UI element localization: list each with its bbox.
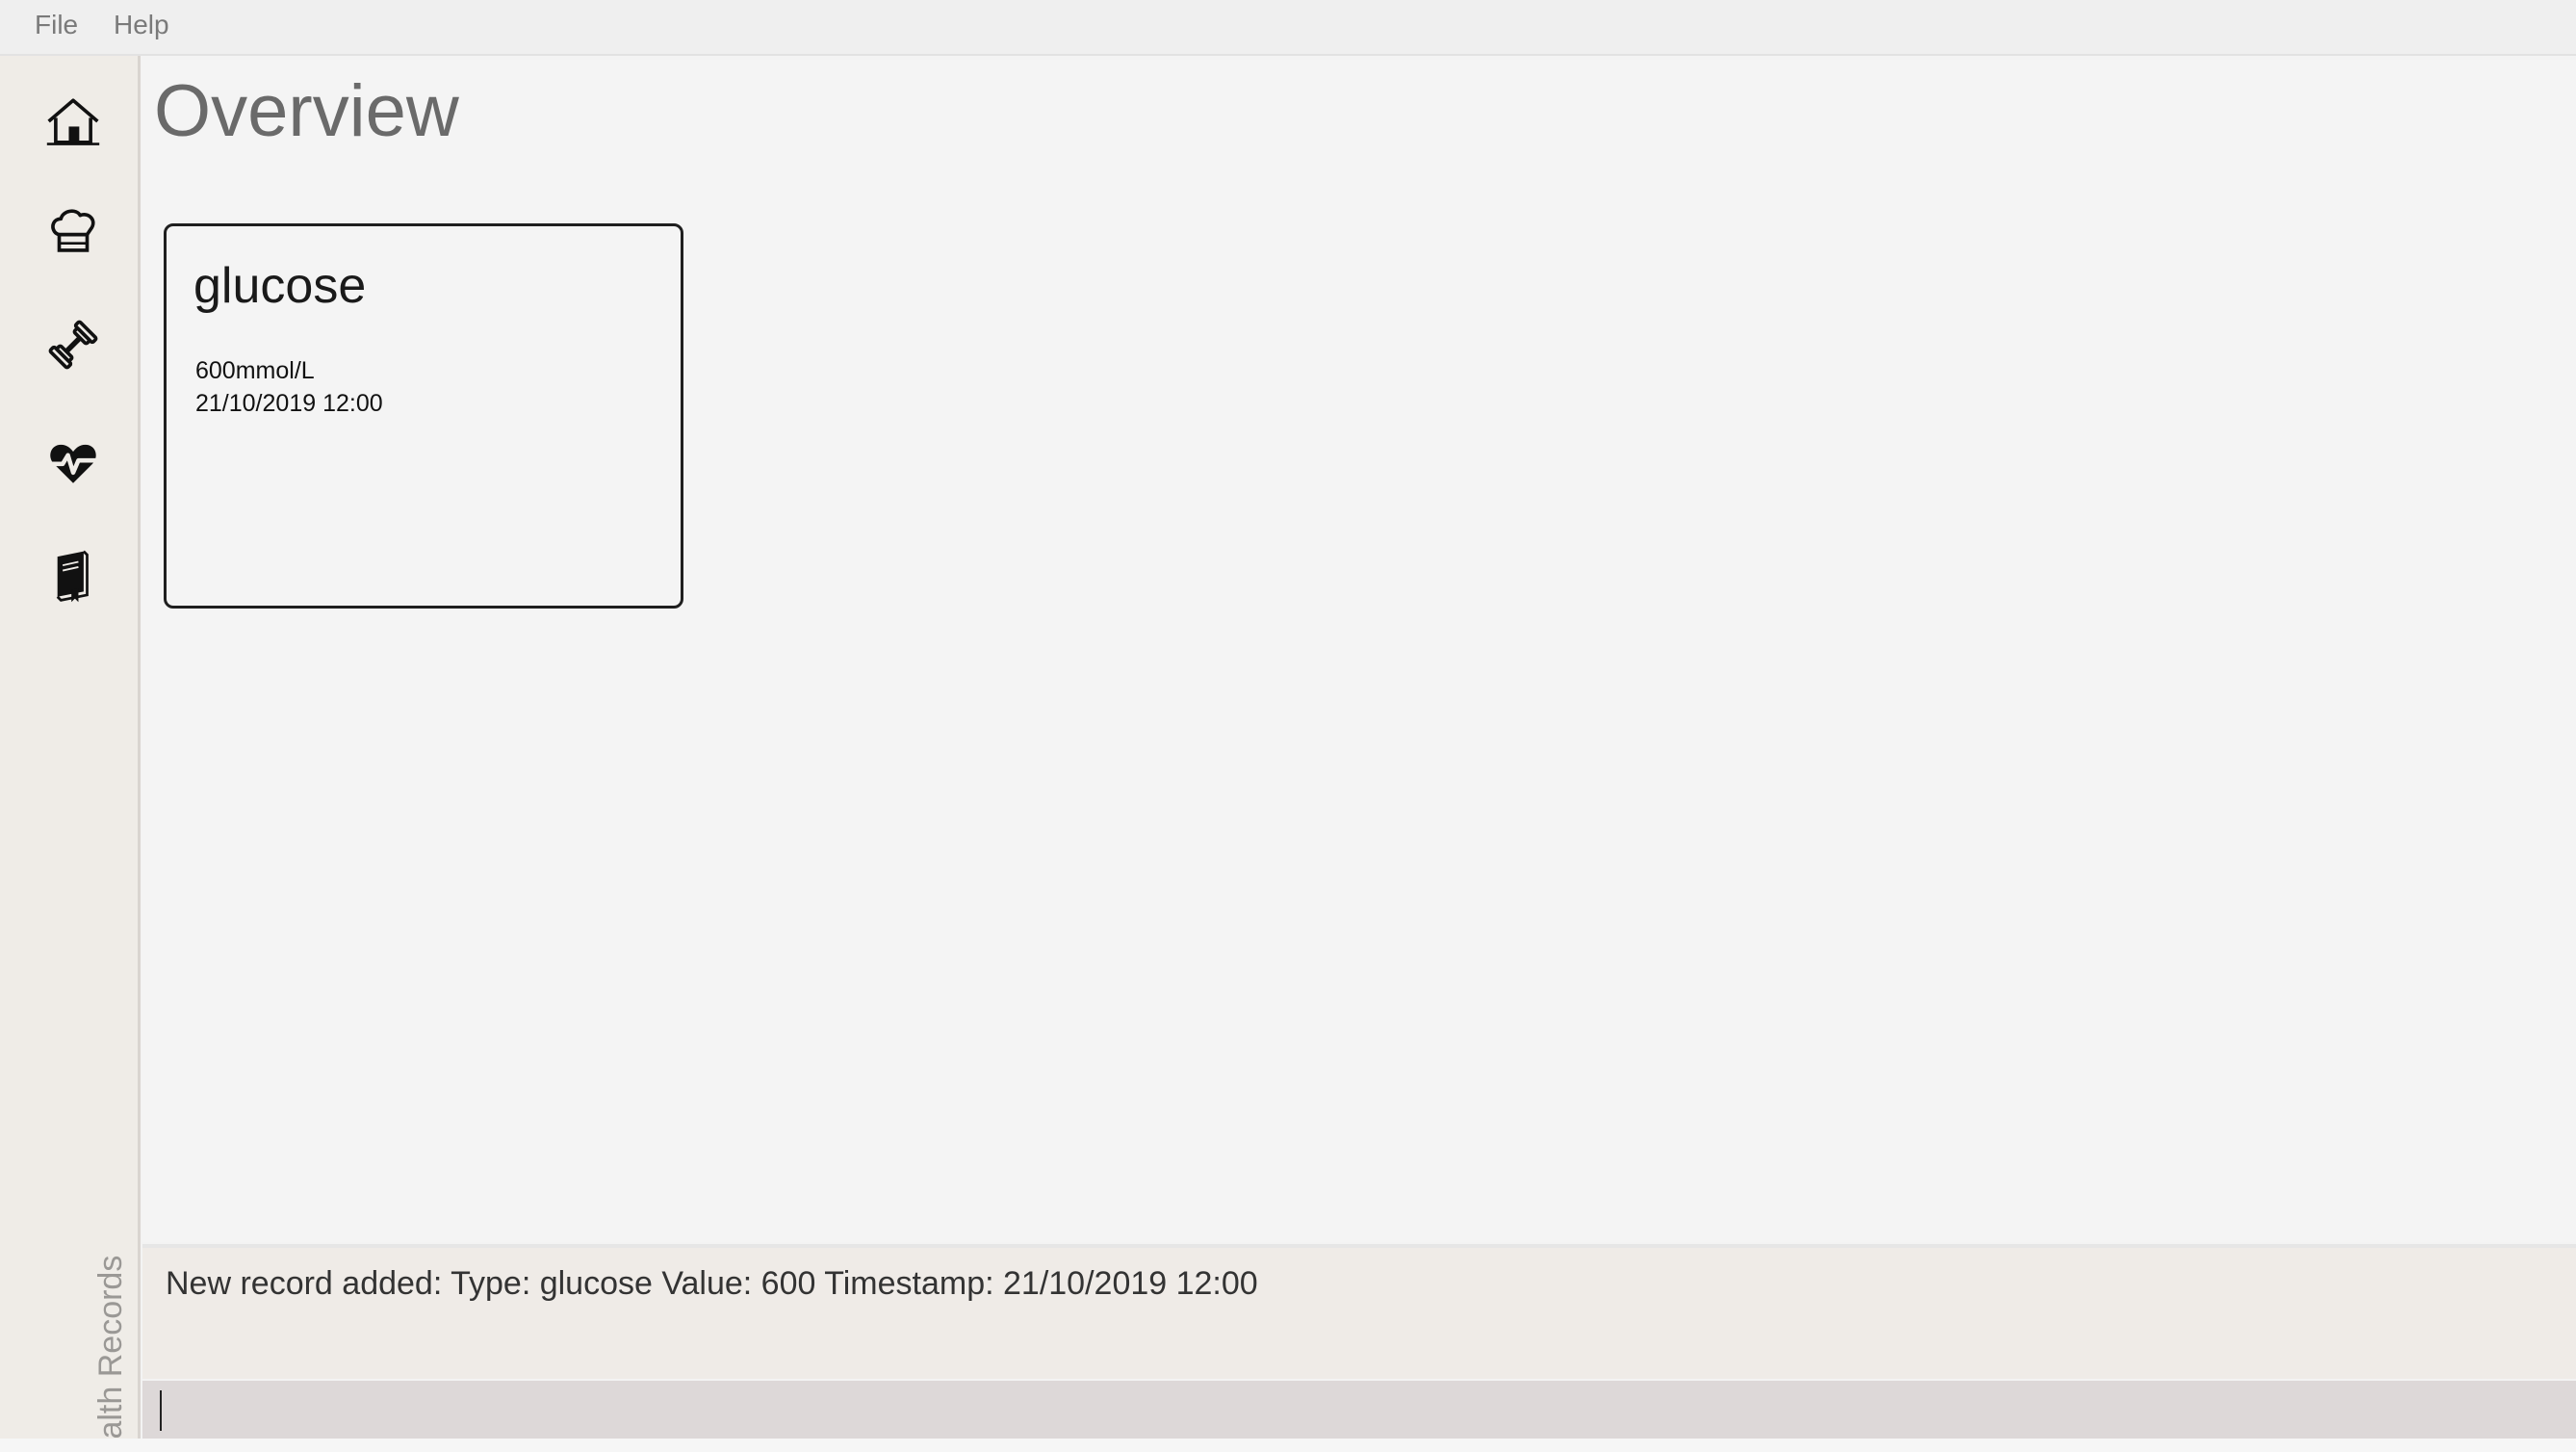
main-panel: Overview glucose 600mmol/L 21/10/2019 12… [142, 60, 2576, 1242]
result-display: New record added: Type: glucose Value: 6… [142, 1244, 2576, 1379]
heartbeat-icon [46, 444, 100, 483]
text-cursor [160, 1390, 162, 1431]
sidebar-item-home[interactable] [37, 85, 110, 158]
record-card-timestamp: 21/10/2019 12:00 [195, 390, 383, 417]
result-message: New record added: Type: glucose Value: 6… [166, 1265, 1258, 1302]
sidebar-item-diet[interactable] [37, 194, 110, 268]
home-icon [46, 98, 100, 145]
bottom-strip [0, 1439, 2576, 1452]
chef-hat-icon [51, 209, 95, 252]
page-title: Overview [154, 70, 459, 152]
record-card-type: glucose [193, 258, 367, 314]
record-card-value: 600mmol/L [195, 357, 315, 384]
menu-bar: File Help [0, 0, 2576, 56]
sidebar-item-exercise[interactable] [37, 308, 110, 381]
menu-file[interactable]: File [35, 10, 78, 40]
dumbbell-icon [48, 320, 98, 370]
tab-health-records-label: Health Records [92, 1255, 129, 1452]
menu-help[interactable]: Help [114, 10, 169, 40]
record-card[interactable]: glucose 600mmol/L 21/10/2019 12:00 [164, 223, 683, 609]
book-icon [56, 550, 89, 603]
sidebar: Health Records [0, 56, 141, 1452]
app-window: File Help Health Records Overview glucos… [0, 0, 2576, 1452]
sidebar-item-health[interactable] [37, 426, 110, 499]
command-input[interactable] [142, 1381, 2576, 1439]
sidebar-item-records[interactable] [37, 539, 110, 612]
